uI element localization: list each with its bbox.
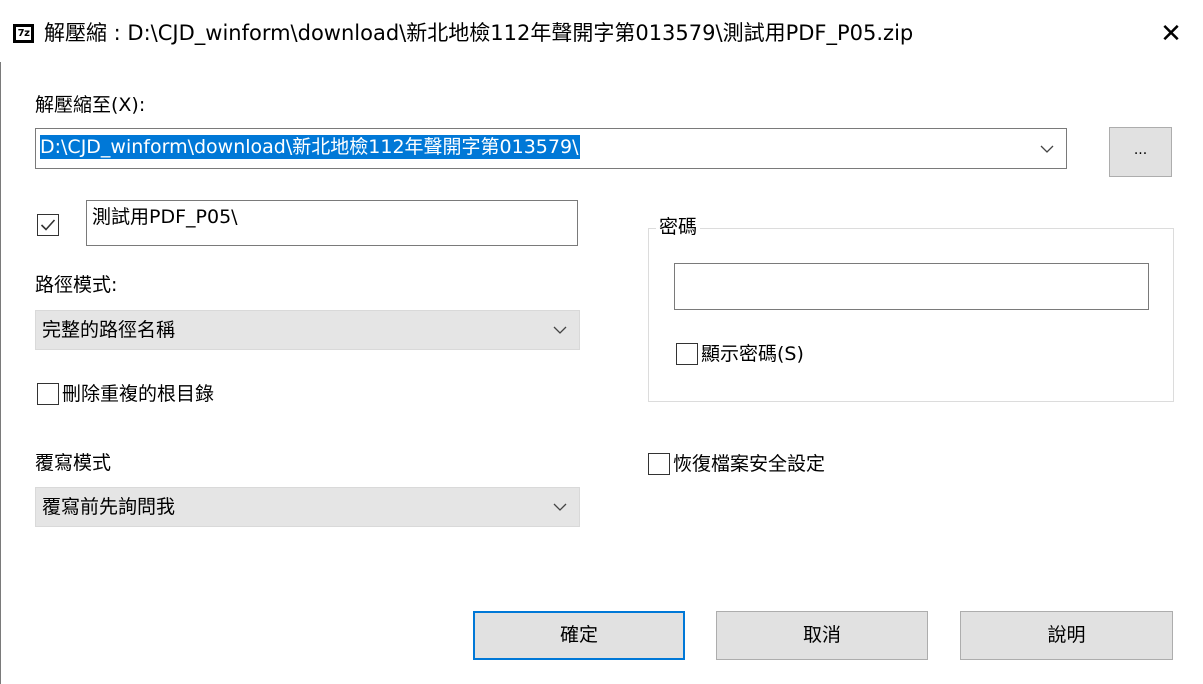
password-input[interactable] <box>674 263 1149 310</box>
remove-duplicate-root-label[interactable]: 刪除重複的根目錄 <box>62 382 214 406</box>
browse-button[interactable]: ... <box>1109 127 1172 177</box>
show-password-checkbox[interactable] <box>676 343 698 365</box>
subfolder-name-input[interactable]: 測試用PDF_P05\ <box>86 200 578 246</box>
chevron-down-icon <box>553 503 567 511</box>
remove-duplicate-root-checkbox[interactable] <box>37 383 59 405</box>
title-bar[interactable]: 7z 解壓縮 : D:\CJD_winform\download\新北地檢112… <box>0 0 1203 62</box>
password-groupbox <box>648 228 1174 402</box>
help-button[interactable]: 說明 <box>960 611 1173 660</box>
7zip-app-icon: 7z <box>13 24 34 43</box>
extract-dialog: 7z 解壓縮 : D:\CJD_winform\download\新北地檢112… <box>0 0 1203 684</box>
chevron-down-icon[interactable] <box>1040 144 1054 154</box>
extract-path-combobox[interactable]: D:\CJD_winform\download\新北地檢112年聲開字第0135… <box>35 128 1067 169</box>
password-group-title: 密碼 <box>656 215 701 239</box>
overwrite-mode-dropdown[interactable]: 覆寫前先詢問我 <box>35 487 580 527</box>
path-mode-dropdown[interactable]: 完整的路徑名稱 <box>35 310 580 350</box>
path-mode-label: 路徑模式: <box>35 274 118 296</box>
overwrite-mode-label: 覆寫模式 <box>35 452 112 474</box>
checkmark-icon <box>40 219 56 231</box>
ok-button[interactable]: 確定 <box>473 611 685 660</box>
subfolder-checkbox[interactable] <box>37 214 59 236</box>
cancel-button[interactable]: 取消 <box>716 611 928 660</box>
extract-to-label: 解壓縮至(X): <box>35 94 146 116</box>
window-title: 解壓縮 : D:\CJD_winform\download\新北地檢112年聲開… <box>44 21 914 45</box>
window-border <box>0 62 1 684</box>
restore-security-label[interactable]: 恢復檔案安全設定 <box>673 452 825 476</box>
restore-security-checkbox[interactable] <box>648 453 670 475</box>
chevron-down-icon <box>553 326 567 334</box>
extract-path-value[interactable]: D:\CJD_winform\download\新北地檢112年聲開字第0135… <box>40 135 581 159</box>
close-icon[interactable]: ✕ <box>1139 10 1203 58</box>
show-password-label[interactable]: 顯示密碼(S) <box>701 342 804 366</box>
